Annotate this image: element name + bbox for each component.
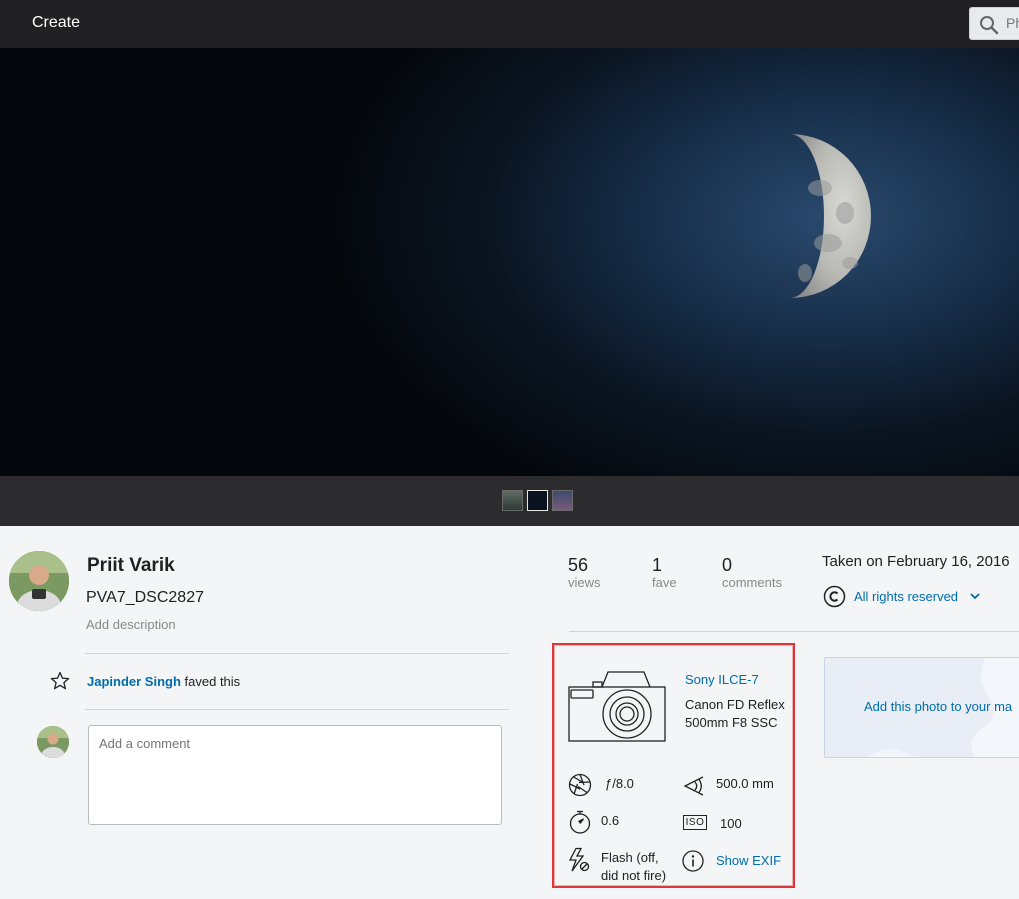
- flash-off-icon: [568, 847, 590, 872]
- license-dropdown[interactable]: All rights reserved: [854, 589, 958, 604]
- photostream-filmstrip: [0, 476, 1019, 526]
- filmstrip-thumbnail[interactable]: [552, 490, 573, 511]
- faved-text: faved this: [184, 674, 241, 689]
- add-to-gallery-link[interactable]: Add this photo to your ma: [864, 699, 1012, 714]
- main-photo[interactable]: [0, 48, 1019, 476]
- moon-image: [790, 134, 871, 298]
- filmstrip-thumbnail-current[interactable]: [527, 490, 548, 511]
- photo-title: PVA7_DSC2827: [86, 589, 204, 606]
- divider: [569, 631, 1019, 632]
- search-box[interactable]: [969, 7, 1019, 40]
- lens-name: Canon FD Reflex 500mm F8 SSC: [685, 697, 785, 730]
- camera-icon: [568, 671, 666, 742]
- focal-length-icon: [683, 776, 704, 796]
- show-exif-link[interactable]: Show EXIF: [716, 853, 781, 868]
- add-description-link[interactable]: Add description: [86, 617, 176, 632]
- flash-value: Flash (off, did not fire): [601, 850, 667, 883]
- chevron-down-icon[interactable]: [970, 592, 980, 600]
- faves-label[interactable]: fave: [652, 575, 677, 590]
- fave-activity: Japinder Singh faved this: [87, 674, 240, 689]
- current-user-avatar: [37, 726, 69, 758]
- divider: [85, 709, 509, 710]
- divider: [85, 653, 509, 654]
- faver-name-link[interactable]: Japinder Singh: [87, 674, 181, 689]
- owner-name-link[interactable]: Priit Varik: [87, 555, 175, 577]
- aperture-value: ƒ/8.0: [605, 776, 634, 791]
- comments-label: comments: [722, 575, 782, 590]
- faves-count[interactable]: 1: [652, 555, 662, 576]
- comment-input[interactable]: [88, 725, 502, 825]
- filmstrip-thumbnail[interactable]: [502, 490, 523, 511]
- iso-icon: ISO: [683, 815, 707, 830]
- search-input[interactable]: [1006, 15, 1019, 31]
- create-menu-link[interactable]: Create: [32, 14, 80, 32]
- views-count: 56: [568, 555, 589, 575]
- top-navigation-bar: Create: [0, 0, 1019, 48]
- views-label: views: [568, 575, 601, 590]
- focal-length-value: 500.0 mm: [716, 776, 774, 791]
- add-to-gallery-card[interactable]: Add this photo to your ma: [824, 657, 1019, 758]
- camera-model-link[interactable]: Sony ILCE-7: [685, 672, 759, 687]
- search-icon: [980, 16, 999, 35]
- exposure-time-icon: [569, 810, 591, 834]
- date-taken[interactable]: Taken on February 16, 2016: [822, 553, 1010, 570]
- owner-avatar[interactable]: [9, 551, 69, 611]
- comments-count: 0: [722, 555, 733, 575]
- info-icon: [682, 850, 704, 872]
- copyright-icon: [823, 585, 846, 608]
- star-icon: [50, 671, 70, 690]
- iso-value: 100: [720, 816, 742, 831]
- exposure-time-value: 0.6: [601, 813, 620, 828]
- aperture-icon: [568, 773, 592, 797]
